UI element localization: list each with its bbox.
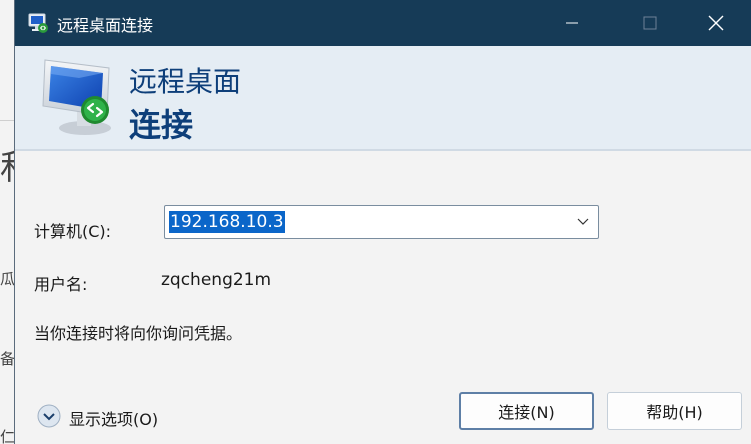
- background-text: 私: [0, 140, 14, 189]
- rdp-dialog: 远程桌面连接 远程桌面 连接 计算机(C): 192.168.10.3 用户名:…: [14, 0, 751, 444]
- help-button[interactable]: 帮助(H): [607, 392, 742, 430]
- background-divider: [0, 120, 14, 121]
- background-text: 仁: [0, 428, 14, 444]
- background-text: 备: [0, 350, 14, 368]
- minimize-button[interactable]: [536, 0, 608, 46]
- close-button[interactable]: [680, 0, 751, 46]
- credentials-info: 当你连接时将向你询问凭据。: [34, 324, 243, 343]
- maximize-icon: [643, 16, 657, 30]
- username-label: 用户名:: [34, 275, 88, 294]
- remote-desktop-icon: [28, 13, 48, 33]
- computer-label: 计算机(C):: [34, 222, 112, 241]
- chevron-down-icon[interactable]: [576, 215, 590, 229]
- banner-subtitle: 连接: [129, 106, 194, 144]
- banner-title: 远程桌面: [129, 65, 242, 98]
- remote-desktop-monitor-icon: [42, 59, 111, 135]
- minimize-icon: [566, 22, 578, 24]
- title-bar[interactable]: 远程桌面连接: [15, 0, 751, 46]
- close-icon: [708, 15, 724, 31]
- computer-combobox[interactable]: 192.168.10.3: [164, 205, 599, 239]
- banner: 远程桌面 连接: [15, 46, 751, 151]
- background-window: 私 瓜 备 仁: [0, 0, 14, 444]
- background-text: 瓜: [0, 270, 14, 288]
- username-value: zqcheng21m: [161, 270, 272, 290]
- connect-button[interactable]: 连接(N): [459, 392, 594, 430]
- expand-options-icon[interactable]: [37, 404, 61, 428]
- computer-input[interactable]: 192.168.10.3: [169, 211, 285, 233]
- window-title: 远程桌面连接: [57, 16, 154, 35]
- show-options-label[interactable]: 显示选项(O): [69, 406, 158, 430]
- maximize-button[interactable]: [614, 0, 686, 46]
